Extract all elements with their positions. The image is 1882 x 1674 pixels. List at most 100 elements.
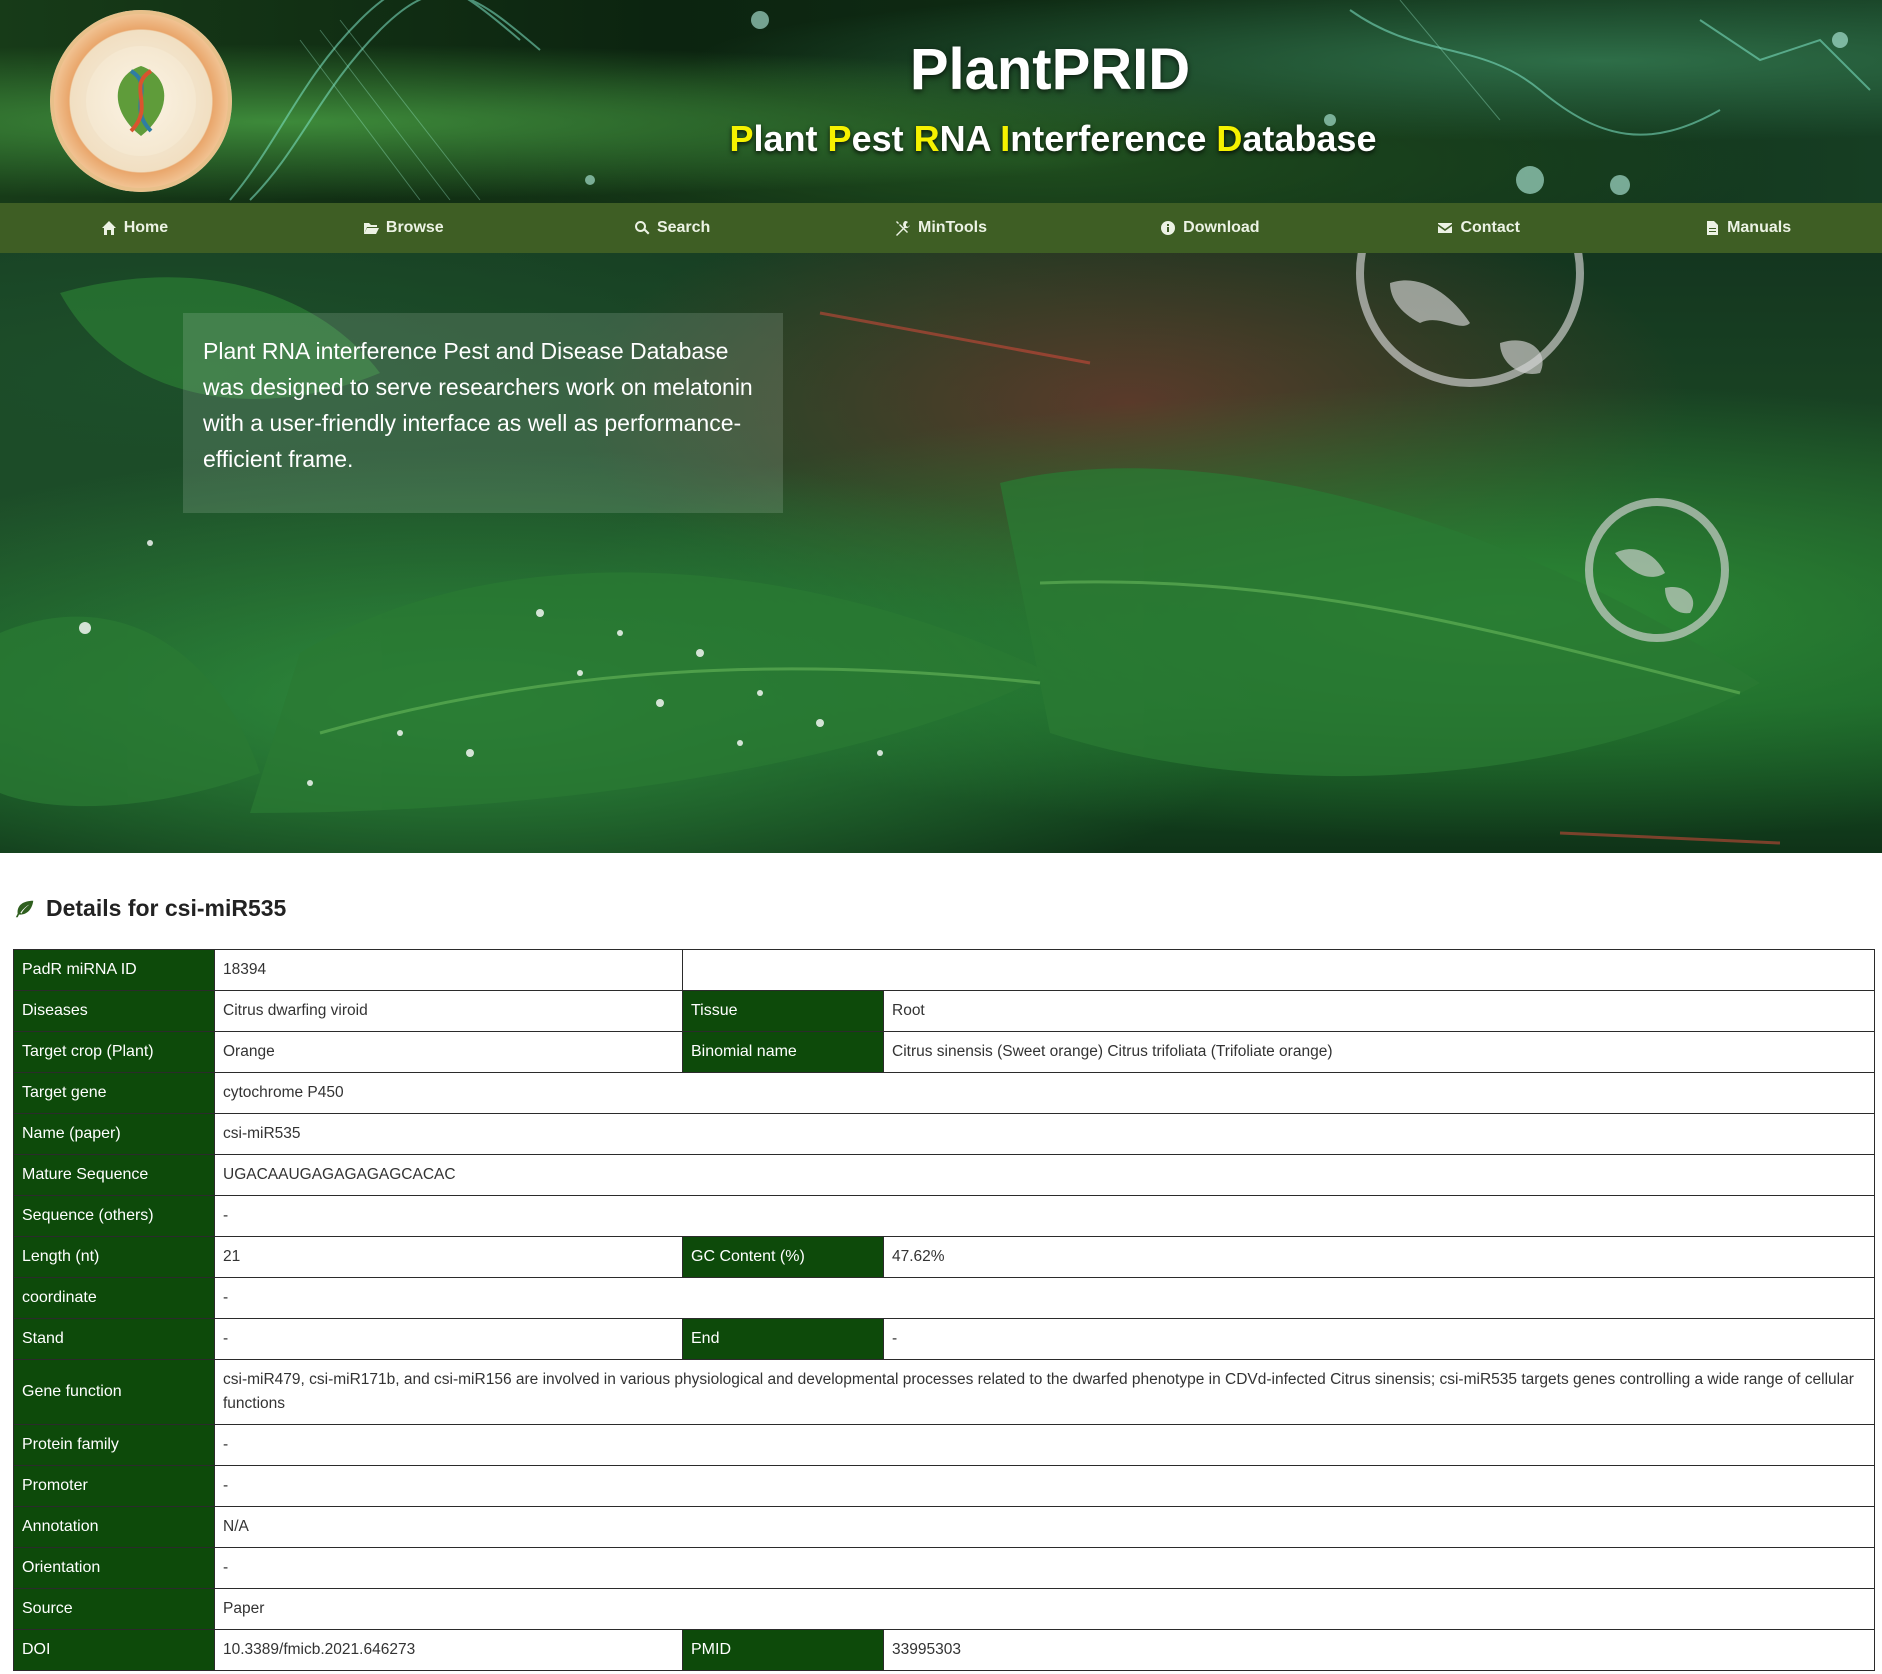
row-value: -	[214, 1318, 683, 1360]
folder-open-icon	[363, 223, 379, 234]
row-value: 47.62%	[883, 1236, 1875, 1278]
nav-manuals-label: Manuals	[1727, 219, 1792, 236]
row-label: PMID	[682, 1629, 884, 1671]
table-row: Stand - End -	[13, 1318, 1875, 1360]
intro-box: Plant RNA interference Pest and Disease …	[183, 313, 783, 513]
subtitle-letter: P	[827, 118, 852, 159]
subtitle-text: lant	[753, 118, 828, 159]
row-value: -	[883, 1318, 1875, 1360]
header-banner: PlantPRID Plant Pest RNA Interference Da…	[0, 0, 1882, 203]
pmid-link[interactable]: 33995303	[883, 1629, 1875, 1671]
row-label: Name (paper)	[13, 1113, 215, 1155]
subtitle-letter: R	[913, 118, 940, 159]
nav-download-label: Download	[1183, 219, 1260, 236]
row-value: -	[214, 1465, 1875, 1507]
row-label: Stand	[13, 1318, 215, 1360]
row-value: Citrus dwarfing viroid	[214, 990, 683, 1032]
row-label: GC Content (%)	[682, 1236, 884, 1278]
row-label: Binomial name	[682, 1031, 884, 1073]
table-row: DOI 10.3389/fmicb.2021.646273 PMID 33995…	[13, 1629, 1875, 1671]
table-row: Diseases Citrus dwarfing viroid Tissue R…	[13, 990, 1875, 1032]
subtitle-text: est	[851, 118, 914, 159]
nav-browse[interactable]: Browse	[269, 203, 538, 253]
row-value: -	[214, 1195, 1875, 1237]
row-label: Sequence (others)	[13, 1195, 215, 1237]
row-value: Citrus sinensis (Sweet orange) Citrus tr…	[883, 1031, 1875, 1073]
subtitle-letter: I	[1000, 118, 1011, 159]
row-label: coordinate	[13, 1277, 215, 1319]
row-label: Mature Sequence	[13, 1154, 215, 1196]
doi-link[interactable]: 10.3389/fmicb.2021.646273	[214, 1629, 683, 1671]
site-subtitle: Plant Pest RNA Interference Database	[0, 118, 1882, 160]
nav-manuals[interactable]: Manuals	[1613, 203, 1882, 253]
subtitle-letter: D	[1216, 118, 1243, 159]
table-row: Target crop (Plant) Orange Binomial name…	[13, 1031, 1875, 1073]
row-label: Diseases	[13, 990, 215, 1032]
row-label: End	[682, 1318, 884, 1360]
nav-home[interactable]: Home	[0, 203, 269, 253]
table-row: Gene function csi-miR479, csi-miR171b, a…	[13, 1359, 1875, 1425]
table-row: Length (nt) 21 GC Content (%) 47.62%	[13, 1236, 1875, 1278]
row-value: 21	[214, 1236, 683, 1278]
table-row: Orientation -	[13, 1547, 1875, 1589]
table-row: Promoter -	[13, 1465, 1875, 1507]
details-heading-text: Details for csi-miR535	[46, 895, 287, 921]
nav-contact[interactable]: Contact	[1344, 203, 1613, 253]
table-row: Protein family -	[13, 1424, 1875, 1466]
row-label: Annotation	[13, 1506, 215, 1548]
row-value: Paper	[214, 1588, 1875, 1630]
table-row: Source Paper	[13, 1588, 1875, 1630]
nav-mintools[interactable]: MinTools	[807, 203, 1076, 253]
row-label: Orientation	[13, 1547, 215, 1589]
row-value: Root	[883, 990, 1875, 1032]
row-label: Promoter	[13, 1465, 215, 1507]
table-row: Name (paper) csi-miR535	[13, 1113, 1875, 1155]
row-value: -	[214, 1277, 1875, 1319]
row-label: Gene function	[13, 1359, 215, 1425]
nav-search-label: Search	[656, 219, 711, 236]
table-row: PadR miRNA ID 18394	[13, 949, 1875, 991]
nav-search[interactable]: Search	[538, 203, 807, 253]
subtitle-text: atabase	[1242, 118, 1377, 159]
hero-section: Plant RNA interference Pest and Disease …	[0, 253, 1882, 853]
row-value: cytochrome P450	[214, 1072, 1875, 1114]
search-icon	[634, 221, 650, 235]
row-label: PadR miRNA ID	[13, 949, 215, 991]
row-value: csi-miR479, csi-miR171b, and csi-miR156 …	[214, 1359, 1875, 1425]
table-row: Sequence (others) -	[13, 1195, 1875, 1237]
row-value: UGACAAUGAGAGAGAGCACAC	[214, 1154, 1875, 1196]
main-navbar: Home Browse Search MinTools Download Con…	[0, 203, 1882, 253]
table-row: coordinate -	[13, 1277, 1875, 1319]
row-value: 18394	[214, 949, 683, 991]
row-value: N/A	[214, 1506, 1875, 1548]
row-label: Tissue	[682, 990, 884, 1032]
empty-cell	[682, 949, 1875, 991]
subtitle-text: NA	[939, 118, 1001, 159]
row-value: csi-miR535	[214, 1113, 1875, 1155]
details-table: PadR miRNA ID 18394 Diseases Citrus dwar…	[13, 949, 1875, 1671]
info-circle-icon	[1161, 221, 1176, 235]
subtitle-letter: P	[729, 118, 754, 159]
details-heading: Details for csi-miR535	[14, 895, 286, 922]
file-text-icon	[1707, 221, 1719, 235]
nav-download[interactable]: Download	[1075, 203, 1344, 253]
leaf-icon	[15, 900, 34, 917]
nav-browse-label: Browse	[385, 219, 444, 236]
row-value: -	[214, 1547, 1875, 1589]
home-icon	[101, 221, 116, 235]
intro-text: Plant RNA interference Pest and Disease …	[203, 338, 753, 472]
nav-contact-label: Contact	[1460, 219, 1520, 236]
subtitle-text: nterference	[1010, 118, 1217, 159]
envelope-icon	[1438, 223, 1453, 233]
row-label: Protein family	[13, 1424, 215, 1466]
row-label: Source	[13, 1588, 215, 1630]
row-label: Length (nt)	[13, 1236, 215, 1278]
nav-mintools-label: MinTools	[917, 219, 988, 236]
table-row: Annotation N/A	[13, 1506, 1875, 1548]
row-value: Orange	[214, 1031, 683, 1073]
table-row: Mature Sequence UGACAAUGAGAGAGAGCACAC	[13, 1154, 1875, 1196]
table-row: Target gene cytochrome P450	[13, 1072, 1875, 1114]
site-title: PlantPRID	[909, 37, 1191, 102]
row-label: DOI	[13, 1629, 215, 1671]
tools-icon	[895, 220, 910, 236]
